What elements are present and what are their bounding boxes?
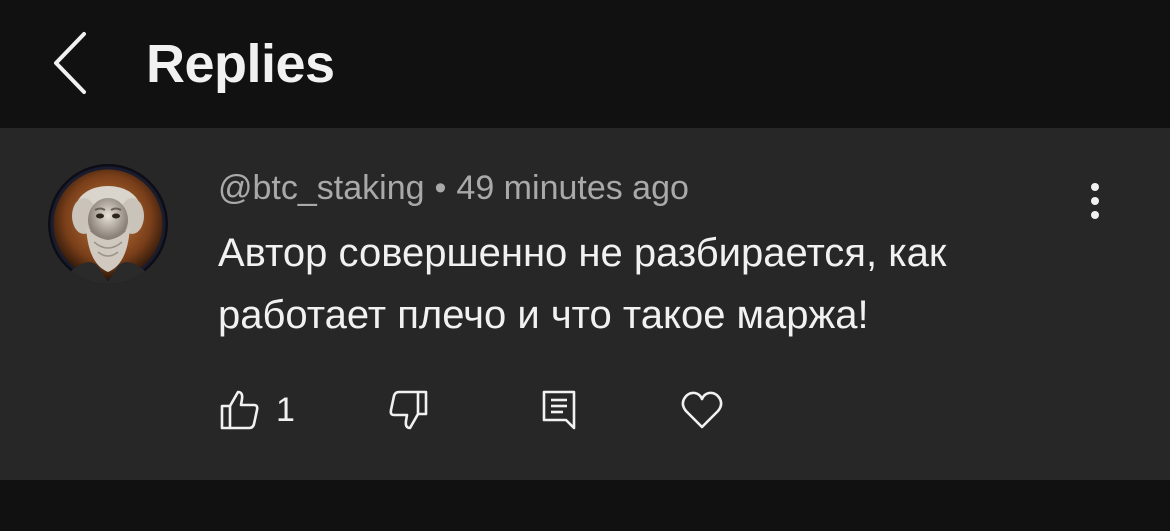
meta-separator: • (434, 169, 447, 207)
page-title: Replies (146, 34, 335, 94)
thumbs-down-icon (389, 390, 428, 430)
avatar[interactable] (48, 164, 168, 284)
heart-icon (681, 391, 723, 429)
comment-card: @btc_staking • 49 minutes ago Автор соверш… (0, 128, 1170, 480)
user-avatar (48, 164, 168, 284)
comment-username[interactable]: @btc_staking (218, 169, 425, 207)
dislike-button[interactable] (386, 388, 430, 432)
more-options-button[interactable] (1080, 178, 1110, 228)
more-vertical-icon (1091, 183, 1099, 219)
reply-button[interactable] (538, 388, 582, 432)
chevron-left-icon (54, 32, 86, 94)
comment-actions: 1 (0, 384, 1170, 434)
reply-icon (542, 390, 576, 430)
back-button[interactable] (44, 28, 100, 98)
like-button[interactable] (218, 388, 262, 432)
app-header: Replies (0, 0, 1170, 128)
like-count: 1 (276, 391, 295, 429)
comment-timestamp: 49 minutes ago (456, 169, 689, 207)
bottom-area (0, 480, 1170, 531)
thumbs-up-icon (220, 390, 259, 430)
heart-button[interactable] (680, 388, 724, 432)
comment-meta: @btc_staking • 49 minutes ago (218, 168, 689, 208)
comment-text: Автор совершенно не разбирается, как раб… (218, 231, 947, 337)
